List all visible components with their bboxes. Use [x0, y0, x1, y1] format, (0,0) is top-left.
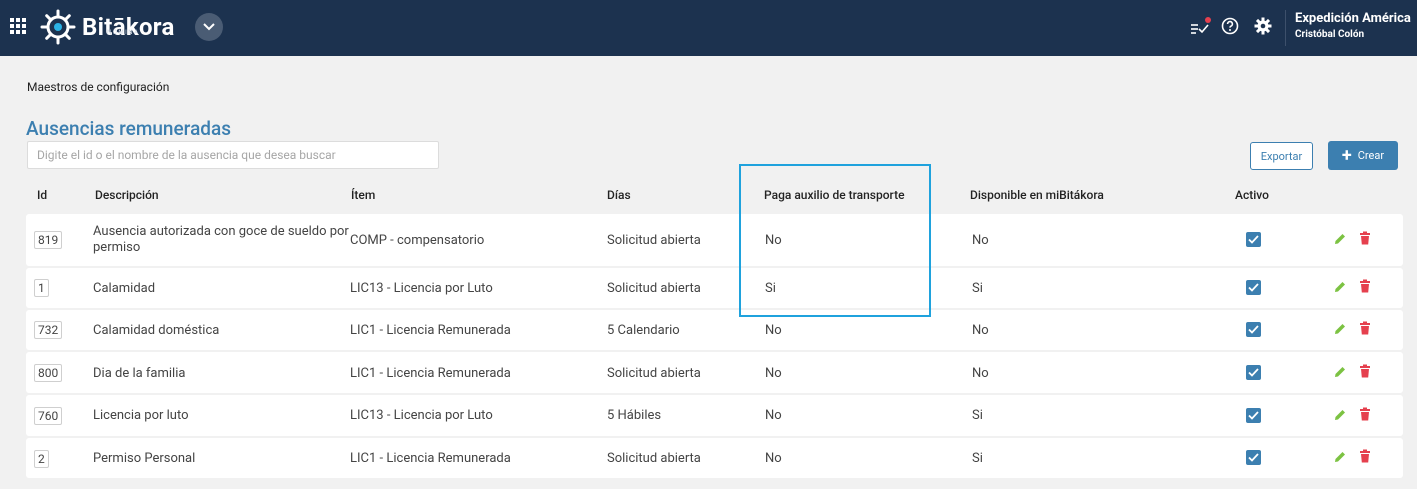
- ship-wheel-icon: [40, 9, 76, 45]
- table-row[interactable]: 819 Ausencia autorizada con goce de suel…: [26, 214, 1403, 266]
- header-divider: [1285, 10, 1286, 46]
- row-auxilio: No: [765, 366, 782, 381]
- row-auxilio: No: [765, 451, 782, 466]
- breadcrumb[interactable]: Maestros de configuración: [27, 80, 169, 94]
- check-icon: [1248, 411, 1259, 420]
- row-activo-checkbox[interactable]: [1246, 365, 1261, 380]
- row-disponible: Si: [972, 281, 983, 296]
- delete-trash-icon[interactable]: [1358, 364, 1372, 378]
- row-item: LIC1 - Licencia Remunerada: [350, 451, 511, 466]
- row-dias: 5 Hábiles: [607, 408, 662, 423]
- table-row[interactable]: 760 Licencia por luto LIC13 - Licencia p…: [26, 395, 1403, 436]
- chevron-down-icon: [203, 23, 215, 31]
- row-dias: Solicitud abierta: [607, 366, 701, 381]
- row-descripcion: Calamidad: [93, 281, 156, 296]
- row-item: LIC1 - Licencia Remunerada: [350, 366, 511, 381]
- row-id: 1: [34, 279, 49, 297]
- row-disponible: No: [972, 233, 989, 248]
- row-id: 760: [34, 407, 63, 425]
- edit-pencil-icon[interactable]: [1333, 322, 1347, 336]
- top-bar: Bitākora NÓMINA Expedición América Crist…: [0, 0, 1417, 56]
- check-icon: [1248, 235, 1259, 244]
- column-header-item[interactable]: Ítem: [351, 188, 375, 202]
- row-activo-checkbox[interactable]: [1246, 280, 1261, 295]
- edit-pencil-icon[interactable]: [1333, 232, 1347, 246]
- row-dias: Solicitud abierta: [607, 233, 701, 248]
- row-item: LIC1 - Licencia Remunerada: [350, 323, 511, 338]
- row-disponible: No: [972, 323, 989, 338]
- row-descripcion: Permiso Personal: [93, 451, 196, 466]
- delete-trash-icon[interactable]: [1358, 279, 1372, 293]
- tasks-checklist-icon[interactable]: [1190, 17, 1212, 37]
- check-icon: [1248, 368, 1259, 377]
- row-auxilio: No: [765, 233, 782, 248]
- logo-text: Bitākora: [82, 13, 175, 41]
- help-icon[interactable]: [1221, 17, 1239, 35]
- row-id: 2: [34, 450, 49, 468]
- table-row[interactable]: 2 Permiso Personal LIC1 - Licencia Remun…: [26, 438, 1403, 478]
- edit-pencil-icon[interactable]: [1333, 280, 1347, 294]
- plus-icon: +: [1341, 144, 1352, 166]
- row-dias: Solicitud abierta: [607, 451, 701, 466]
- column-header-disponible[interactable]: Disponible en miBitákora: [970, 188, 1104, 202]
- apps-grid-icon[interactable]: [10, 18, 26, 34]
- user-name[interactable]: Cristóbal Colón: [1295, 29, 1364, 40]
- row-descripcion-line2: permiso: [93, 240, 141, 255]
- app-logo[interactable]: Bitākora: [40, 9, 175, 45]
- edit-pencil-icon[interactable]: [1333, 450, 1347, 464]
- delete-trash-icon[interactable]: [1358, 231, 1372, 245]
- export-button[interactable]: Exportar: [1250, 142, 1313, 170]
- delete-trash-icon[interactable]: [1358, 321, 1372, 335]
- row-id: 819: [34, 231, 63, 249]
- row-activo-checkbox[interactable]: [1246, 450, 1261, 465]
- table-row[interactable]: 800 Dia de la familia LIC1 - Licencia Re…: [26, 352, 1403, 393]
- row-disponible: Si: [972, 451, 983, 466]
- check-icon: [1248, 453, 1259, 462]
- row-activo-checkbox[interactable]: [1246, 322, 1261, 337]
- search-input[interactable]: [27, 141, 439, 169]
- column-header-paga-auxilio[interactable]: Paga auxilio de transporte: [764, 188, 905, 202]
- company-name[interactable]: Expedición América: [1295, 11, 1411, 26]
- edit-pencil-icon[interactable]: [1333, 365, 1347, 379]
- check-icon: [1248, 283, 1259, 292]
- edit-pencil-icon[interactable]: [1333, 408, 1347, 422]
- row-dias: 5 Calendario: [607, 323, 680, 338]
- table-row[interactable]: 732 Calamidad doméstica LIC1 - Licencia …: [26, 310, 1403, 350]
- row-item: LIC13 - Licencia por Luto: [350, 281, 493, 296]
- row-auxilio: No: [765, 408, 782, 423]
- row-activo-checkbox[interactable]: [1246, 232, 1261, 247]
- row-item: LIC13 - Licencia por Luto: [350, 408, 493, 423]
- row-auxilio: No: [765, 323, 782, 338]
- row-activo-checkbox[interactable]: [1246, 408, 1261, 423]
- row-id: 732: [34, 321, 63, 339]
- logo-subtitle: NÓMINA: [107, 29, 140, 36]
- gear-icon[interactable]: [1254, 17, 1272, 35]
- column-header-dias[interactable]: Días: [607, 188, 631, 202]
- create-button[interactable]: + Crear: [1328, 141, 1398, 170]
- row-auxilio: Si: [765, 281, 776, 296]
- row-disponible: No: [972, 366, 989, 381]
- row-id: 800: [34, 364, 63, 382]
- app-switch-dropdown-button[interactable]: [195, 13, 223, 41]
- row-descripcion: Licencia por luto: [93, 408, 189, 423]
- row-descripcion: Calamidad doméstica: [93, 323, 220, 338]
- column-header-descripcion[interactable]: Descripción: [95, 188, 159, 202]
- table-row[interactable]: 1 Calamidad LIC13 - Licencia por Luto So…: [26, 268, 1403, 308]
- row-dias: Solicitud abierta: [607, 281, 701, 296]
- column-header-activo[interactable]: Activo: [1235, 188, 1269, 202]
- row-disponible: Si: [972, 408, 983, 423]
- delete-trash-icon[interactable]: [1358, 449, 1372, 463]
- row-descripcion: Ausencia autorizada con goce de sueldo p…: [93, 224, 349, 239]
- row-descripcion: Dia de la familia: [93, 366, 186, 381]
- delete-trash-icon[interactable]: [1358, 407, 1372, 421]
- create-button-label: Crear: [1357, 149, 1385, 162]
- column-header-id[interactable]: Id: [37, 188, 47, 202]
- row-item: COMP - compensatorio: [350, 233, 485, 248]
- check-icon: [1248, 325, 1259, 334]
- page-title: Ausencias remuneradas: [26, 117, 232, 140]
